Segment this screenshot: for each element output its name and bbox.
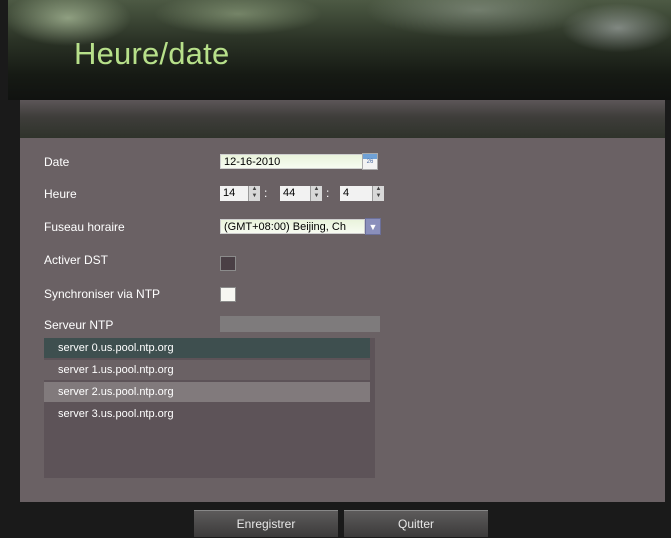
timezone-select[interactable]: (GMT+08:00) Beijing, Ch	[220, 219, 365, 234]
time-separator: :	[326, 186, 330, 200]
list-item[interactable]: server 3.us.pool.ntp.org	[44, 404, 370, 424]
ntp-server-label: Serveur NTP	[44, 318, 114, 332]
second-spinner-arrows-icon[interactable]: ▲ ▼	[372, 186, 384, 201]
page-title: Heure/date	[74, 36, 230, 71]
second-value[interactable]: 4	[340, 186, 372, 201]
ntp-sync-label: Synchroniser via NTP	[44, 287, 161, 301]
timezone-label: Fuseau horaire	[44, 220, 125, 234]
time-label: Heure	[44, 187, 77, 201]
date-input[interactable]: 12-16-2010	[220, 154, 378, 169]
save-button[interactable]: Enregistrer	[194, 510, 338, 537]
chevron-down-icon[interactable]: ▼	[365, 218, 381, 235]
ntp-sync-checkbox[interactable]	[220, 287, 236, 302]
ntp-server-list[interactable]: server 0.us.pool.ntp.org server 1.us.poo…	[44, 338, 375, 478]
minute-value[interactable]: 44	[280, 186, 310, 201]
dst-checkbox[interactable]	[220, 256, 236, 271]
hour-spinner[interactable]: 14 ▲ ▼	[220, 186, 260, 201]
quit-button[interactable]: Quitter	[344, 510, 488, 537]
second-spinner[interactable]: 4 ▲ ▼	[340, 186, 384, 201]
hour-value[interactable]: 14	[220, 186, 248, 201]
minute-spinner-arrows-icon[interactable]: ▲ ▼	[310, 186, 322, 201]
hour-spinner-arrows-icon[interactable]: ▲ ▼	[248, 186, 260, 201]
list-item[interactable]: server 2.us.pool.ntp.org	[44, 382, 370, 402]
dst-label: Activer DST	[44, 253, 109, 267]
list-item[interactable]: server 1.us.pool.ntp.org	[44, 360, 370, 380]
settings-panel: Date 12-16-2010 26 Heure 14 ▲ ▼ : 44 ▲ ▼ :…	[20, 100, 665, 502]
calendar-icon[interactable]: 26	[362, 153, 378, 170]
time-separator: :	[264, 186, 268, 200]
panel-header-bar	[20, 100, 665, 138]
list-item[interactable]: server 0.us.pool.ntp.org	[44, 338, 370, 358]
ntp-server-input[interactable]	[220, 316, 380, 332]
minute-spinner[interactable]: 44 ▲ ▼	[280, 186, 322, 201]
date-label: Date	[44, 155, 70, 169]
header-banner: Heure/date	[8, 0, 671, 100]
